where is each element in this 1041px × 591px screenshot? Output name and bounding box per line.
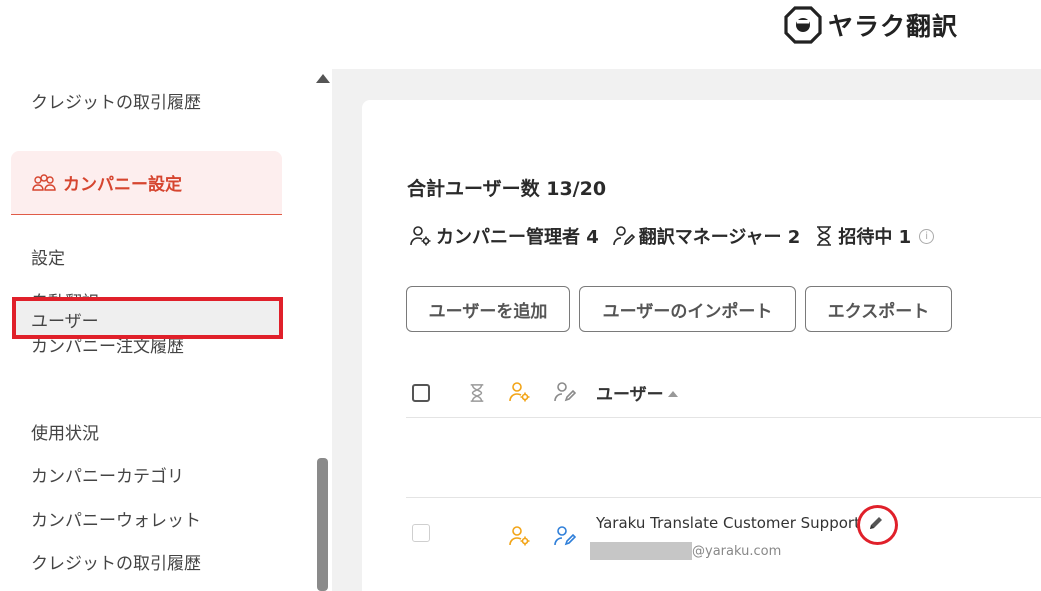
- stat-company-admin: カンパニー管理者 4: [410, 223, 599, 249]
- total-users-count: 合計ユーザー数 13/20: [407, 178, 607, 200]
- export-button[interactable]: エクスポート: [805, 286, 952, 332]
- sidebar-scrollbar-thumb[interactable]: [317, 458, 328, 591]
- info-icon[interactable]: i: [919, 228, 935, 244]
- hourglass-icon: [817, 226, 832, 246]
- translation-manager-icon: [612, 226, 635, 246]
- sidebar-item-company-category[interactable]: カンパニーカテゴリ: [31, 462, 184, 487]
- sidebar-item-users-label: ユーザー: [31, 312, 99, 332]
- hourglass-filter-icon[interactable]: [468, 382, 486, 404]
- yaraku-logo-icon: [784, 6, 822, 44]
- stat-company-admin-label: カンパニー管理者 4: [436, 227, 599, 248]
- sidebar-item-company-wallet[interactable]: カンパニーウォレット: [31, 506, 201, 531]
- stat-translation-manager-label: 翻訳マネージャー 2: [638, 227, 801, 248]
- logo-text: ヤラク翻訳: [828, 12, 959, 41]
- sort-ascending-icon: [667, 390, 678, 397]
- scroll-up-arrow-icon[interactable]: [316, 74, 330, 83]
- sidebar-item-credit-history[interactable]: クレジットの取引履歴: [31, 549, 201, 574]
- company-settings-label: カンパニー設定: [63, 175, 182, 195]
- edit-highlight-circle: [857, 505, 898, 545]
- yaraku-logo[interactable]: ヤラク翻訳: [784, 6, 958, 44]
- stat-translation-manager: 翻訳マネージャー 2: [612, 223, 801, 249]
- row-select-checkbox[interactable]: [412, 524, 430, 542]
- company-admin-icon: [410, 226, 431, 246]
- user-column-label: ユーザー: [596, 385, 664, 405]
- import-users-button[interactable]: ユーザーのインポート: [579, 286, 796, 332]
- add-user-button[interactable]: ユーザーを追加: [406, 286, 570, 332]
- stat-inviting-label: 招待中 1: [838, 227, 912, 248]
- translation-manager-role-icon: [554, 526, 576, 546]
- users-table-header: ユーザー: [406, 366, 1041, 418]
- user-column-header[interactable]: ユーザー: [596, 380, 678, 405]
- select-all-checkbox[interactable]: [412, 384, 430, 402]
- translation-manager-filter-icon[interactable]: [554, 381, 576, 403]
- user-role-stats: カンパニー管理者 4 翻訳マネージャー 2 招待中 1 i: [410, 223, 935, 249]
- company-admin-role-icon: [509, 526, 530, 546]
- user-name[interactable]: Yaraku Translate Customer Support: [596, 514, 860, 532]
- sidebar-item-usage[interactable]: 使用状況: [31, 419, 99, 444]
- redacted-email-local-part: [590, 542, 692, 560]
- sidebar-item-credit-history-top[interactable]: クレジットの取引履歴: [31, 88, 201, 113]
- user-email-wrap: @yaraku.com: [590, 542, 781, 560]
- sidebar-item-users[interactable]: ユーザー: [12, 297, 283, 339]
- people-group-icon: [32, 173, 56, 191]
- user-email: @yaraku.com: [692, 543, 782, 559]
- sidebar-item-settings[interactable]: 設定: [31, 244, 65, 269]
- table-row[interactable]: Yaraku Translate Customer Support @yarak…: [406, 497, 1041, 591]
- stat-inviting: 招待中 1 i: [814, 223, 935, 249]
- company-admin-filter-icon[interactable]: [509, 381, 531, 403]
- app-root: ヤラク翻訳 クレジットの取引履歴 カンパニー設定 設定 自動翻訳 カンパニー注文…: [0, 0, 1041, 591]
- sidebar-section-company-settings[interactable]: カンパニー設定: [11, 151, 282, 215]
